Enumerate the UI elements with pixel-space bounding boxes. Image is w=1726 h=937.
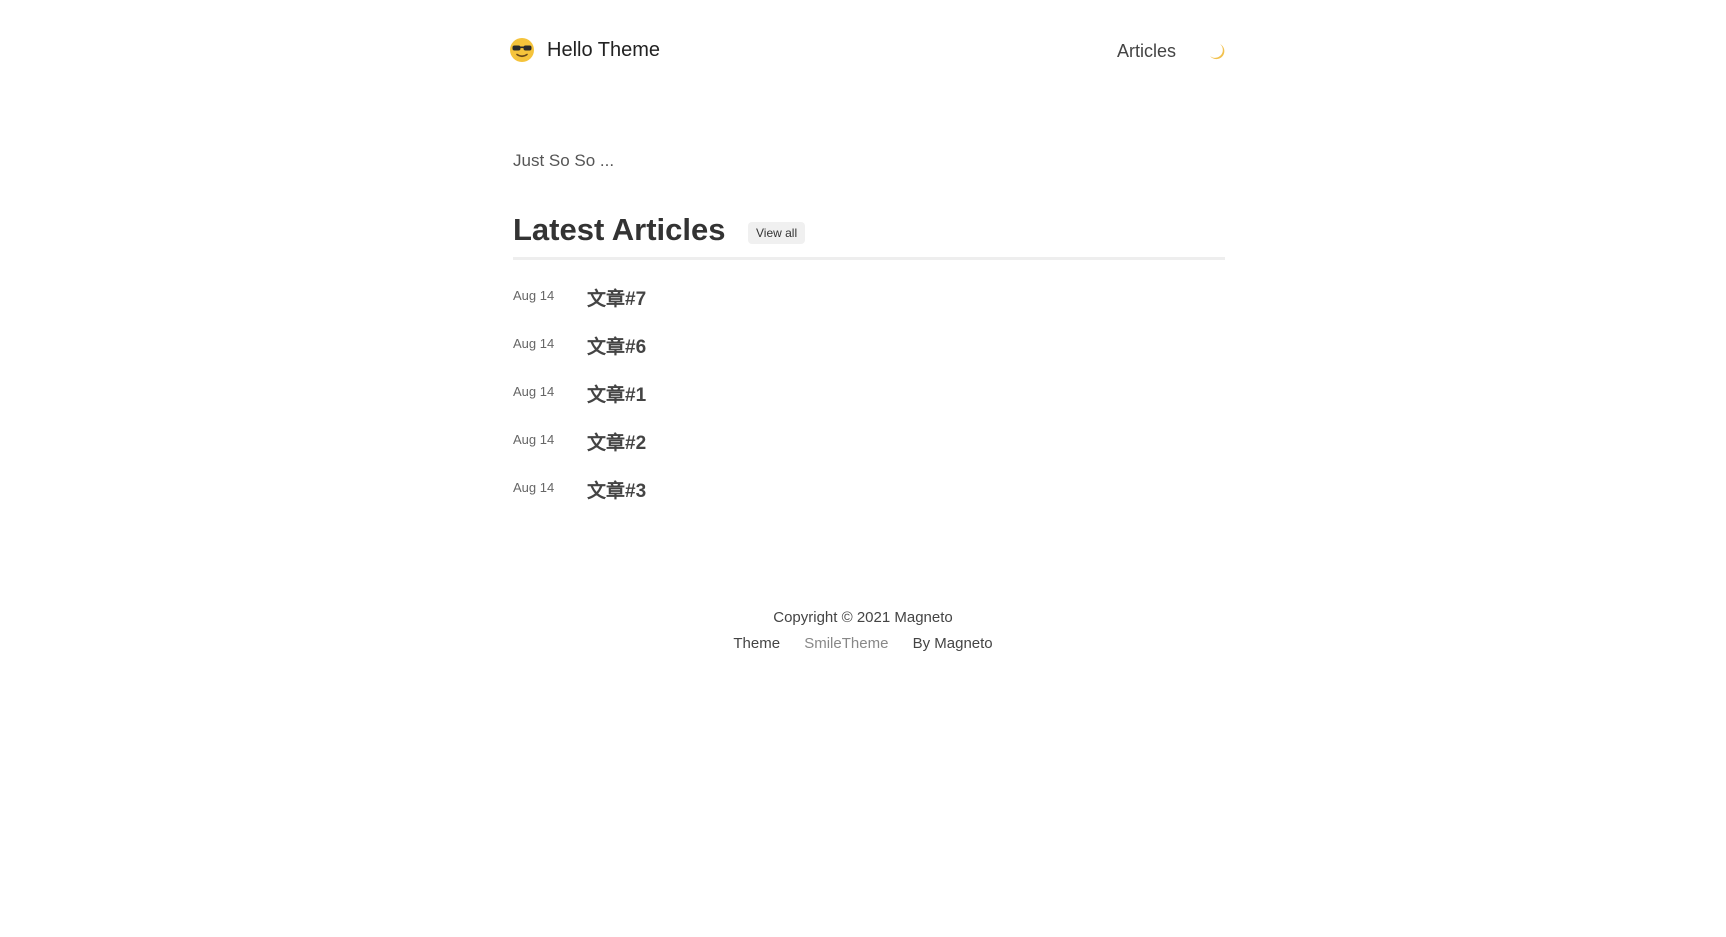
copyright-text: Copyright © 2021 Magneto — [773, 609, 953, 626]
article-date: Aug 14 — [513, 288, 555, 303]
theme-toggle-button[interactable] — [1207, 42, 1227, 62]
article-link[interactable]: 文章#1 — [587, 380, 646, 407]
site-header: Hello Theme Articles — [510, 30, 1227, 70]
site-footer: Copyright © 2021 Magneto Theme SmileThem… — [0, 609, 1726, 652]
nav-link-articles[interactable]: Articles — [1117, 41, 1176, 62]
footer-theme-label: Theme — [733, 635, 781, 652]
article-date: Aug 14 — [513, 432, 555, 447]
article-date: Aug 14 — [513, 384, 555, 399]
article-link[interactable]: 文章#2 — [587, 428, 646, 455]
article-date: Aug 14 — [513, 480, 555, 495]
brand-link[interactable]: Hello Theme — [509, 37, 660, 63]
article-link[interactable]: 文章#6 — [587, 332, 646, 359]
section-title: Latest Articles — [513, 212, 726, 247]
latest-articles-header: Latest Articles View all — [513, 212, 1225, 260]
list-item: Aug 14 文章#1 — [513, 380, 1225, 428]
article-link[interactable]: 文章#3 — [587, 476, 646, 503]
article-date: Aug 14 — [513, 336, 555, 351]
footer-author: By Magneto — [912, 635, 993, 652]
theme-link[interactable]: SmileTheme — [804, 635, 888, 652]
footer-credits: Theme SmileTheme By Magneto — [0, 635, 1726, 652]
list-item: Aug 14 文章#2 — [513, 428, 1225, 476]
view-all-button[interactable]: View all — [748, 222, 806, 244]
list-item: Aug 14 文章#6 — [513, 332, 1225, 380]
list-item: Aug 14 文章#7 — [513, 284, 1225, 332]
intro-text: Just So So ... — [513, 151, 615, 170]
sunglasses-face-icon — [510, 38, 534, 62]
article-link[interactable]: 文章#7 — [587, 284, 646, 311]
article-list: Aug 14 文章#7 Aug 14 文章#6 Aug 14 文章#1 Aug … — [513, 284, 1225, 524]
page: Hello Theme Articles Just So So ... Late… — [0, 0, 1726, 937]
crescent-moon-icon — [1210, 44, 1225, 60]
list-item: Aug 14 文章#3 — [513, 476, 1225, 524]
site-title: Hello Theme — [547, 38, 661, 61]
